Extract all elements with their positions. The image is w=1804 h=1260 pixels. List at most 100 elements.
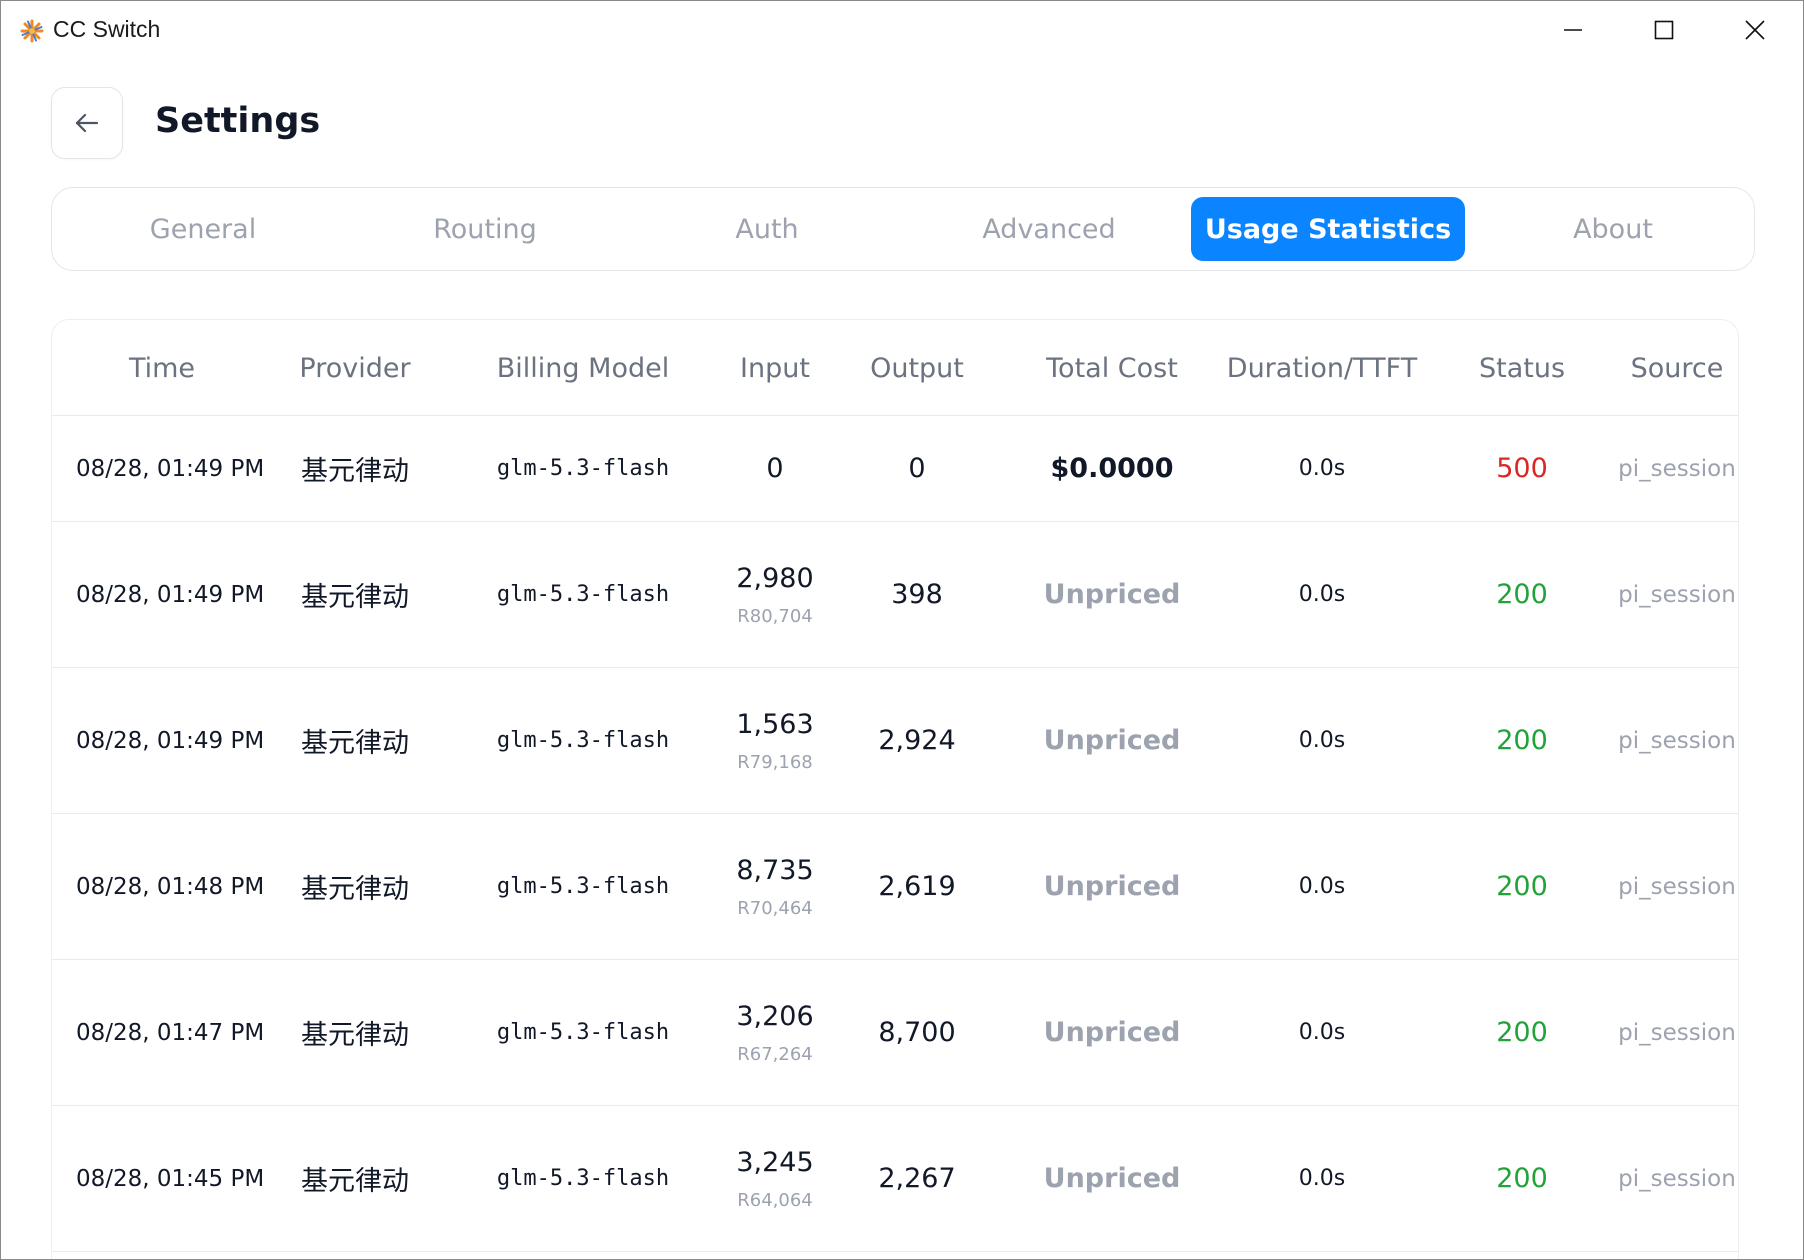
column-header-input: Input xyxy=(740,352,810,384)
status-value: 500 xyxy=(1496,453,1548,484)
provider-value: 基元律动 xyxy=(301,1166,409,1197)
provider-value: 基元律动 xyxy=(301,582,409,613)
column-header-output: Output xyxy=(870,352,964,384)
table-header: Time Provider Billing Model Input Output… xyxy=(52,320,1738,416)
cell-model: glm-5.3-flash xyxy=(472,416,694,521)
cell-provider: 基元律动 xyxy=(272,522,438,667)
input-value: 3,206 xyxy=(736,1000,814,1032)
cell-duration: 0.0s xyxy=(1202,416,1442,521)
duration-value: 0.0s xyxy=(1298,874,1346,899)
input-cache-read-value: R70,464 xyxy=(737,897,813,919)
cost-value: Unpriced xyxy=(1043,871,1181,902)
time-value: 08/28, 01:45 PM xyxy=(76,1165,265,1192)
close-icon xyxy=(1745,20,1765,40)
cell-provider: 基元律动 xyxy=(272,668,438,813)
column-header-total-cost: Total Cost xyxy=(1046,352,1178,384)
maximize-button[interactable] xyxy=(1618,1,1710,59)
column-header-source: Source xyxy=(1630,352,1724,384)
time-value: 08/28, 01:49 PM xyxy=(76,727,265,754)
cell-provider: 基元律动 xyxy=(272,960,438,1105)
status-value: 200 xyxy=(1496,1017,1548,1048)
app-logo-icon xyxy=(20,19,44,43)
table-row: 08/28, 01:49 PM 基元律动 glm-5.3-flash 1,563 R79… xyxy=(52,668,1738,814)
provider-value: 基元律动 xyxy=(301,728,409,759)
cell-status: 200 xyxy=(1452,814,1592,959)
column-header-billing-model: Billing Model xyxy=(496,352,670,384)
cell-output: 2,924 xyxy=(852,668,982,813)
model-value: glm-5.3-flash xyxy=(496,1020,670,1045)
cell-time: 08/28, 01:45 PM xyxy=(52,1106,282,1251)
input-cache-read-value: R80,704 xyxy=(737,605,813,627)
status-value: 200 xyxy=(1496,871,1548,902)
cell-cost: Unpriced xyxy=(1012,960,1212,1105)
duration-value: 0.0s xyxy=(1298,728,1346,753)
cost-value: Unpriced xyxy=(1043,1017,1181,1048)
provider-value: 基元律动 xyxy=(301,874,409,905)
cell-source: pi_session xyxy=(1612,960,1738,1105)
output-value: 2,924 xyxy=(878,725,956,756)
cell-input: 8,735 R70,464 xyxy=(722,814,828,959)
input-value: 1,563 xyxy=(736,708,814,740)
cell-model: glm-5.3-flash xyxy=(472,668,694,813)
cell-provider: 基元律动 xyxy=(272,1106,438,1251)
cell-source: pi_session xyxy=(1612,668,1738,813)
cell-source: pi_session xyxy=(1612,1106,1738,1251)
input-cache-read-value: R64,064 xyxy=(737,1189,813,1211)
back-button[interactable] xyxy=(51,87,123,159)
cell-input: 2,980 R80,704 xyxy=(722,522,828,667)
table-row: 08/28, 01:48 PM 基元律动 glm-5.3-flash 8,735 R70… xyxy=(52,814,1738,960)
cell-status: 500 xyxy=(1452,416,1592,521)
cell-status: 200 xyxy=(1452,1106,1592,1251)
cell-duration: 0.0s xyxy=(1202,522,1442,667)
cell-output: 2,267 xyxy=(852,1106,982,1251)
cell-cost: Unpriced xyxy=(1012,814,1212,959)
status-value: 200 xyxy=(1496,579,1548,610)
output-value: 0 xyxy=(908,453,926,484)
page-title: Settings xyxy=(155,101,321,141)
output-value: 8,700 xyxy=(878,1017,956,1048)
input-cache-read-value: R67,264 xyxy=(737,1043,813,1065)
cell-input: 3,245 R64,064 xyxy=(722,1106,828,1251)
duration-value: 0.0s xyxy=(1298,1166,1346,1191)
input-value: 0 xyxy=(766,453,784,484)
tab-routing[interactable]: Routing xyxy=(348,197,622,261)
source-value: pi_session xyxy=(1618,873,1736,900)
usage-table: Time Provider Billing Model Input Output… xyxy=(51,319,1739,1259)
arrow-left-icon xyxy=(75,113,99,133)
source-value: pi_session xyxy=(1618,455,1736,482)
tab-general[interactable]: General xyxy=(66,197,340,261)
time-value: 08/28, 01:48 PM xyxy=(76,873,265,900)
cell-provider: 基元律动 xyxy=(272,814,438,959)
cell-output: 2,619 xyxy=(852,814,982,959)
duration-value: 0.0s xyxy=(1298,1020,1346,1045)
cell-output: 398 xyxy=(852,522,982,667)
source-value: pi_session xyxy=(1618,1019,1736,1046)
cell-cost: Unpriced xyxy=(1012,522,1212,667)
cell-source: pi_session xyxy=(1612,522,1738,667)
cell-time: 08/28, 01:47 PM xyxy=(52,960,282,1105)
tab-about[interactable]: About xyxy=(1476,197,1750,261)
cell-output: 0 xyxy=(852,416,982,521)
minimize-button[interactable] xyxy=(1527,1,1619,59)
input-value: 3,245 xyxy=(736,1146,814,1178)
column-header-provider: Provider xyxy=(299,352,411,384)
cell-model: glm-5.3-flash xyxy=(472,814,694,959)
cell-input: 3,206 R67,264 xyxy=(722,960,828,1105)
output-value: 398 xyxy=(891,579,943,610)
cell-source: pi_session xyxy=(1612,814,1738,959)
duration-value: 0.0s xyxy=(1298,456,1346,481)
tab-advanced[interactable]: Advanced xyxy=(912,197,1186,261)
close-button[interactable] xyxy=(1709,1,1801,59)
column-header-status: Status xyxy=(1478,352,1566,384)
status-value: 200 xyxy=(1496,725,1548,756)
tab-auth[interactable]: Auth xyxy=(630,197,904,261)
tab-usage-statistics[interactable]: Usage Statistics xyxy=(1191,197,1465,261)
cell-time: 08/28, 01:48 PM xyxy=(52,814,282,959)
table-row: 08/28, 01:45 PM 基元律动 glm-5.3-flash 3,245 R64… xyxy=(52,1106,1738,1252)
time-value: 08/28, 01:47 PM xyxy=(76,1019,265,1046)
cell-duration: 0.0s xyxy=(1202,960,1442,1105)
provider-value: 基元律动 xyxy=(301,1020,409,1051)
title-bar: CC Switch xyxy=(1,1,1803,59)
cell-model: glm-5.3-flash xyxy=(472,522,694,667)
cell-input: 0 xyxy=(722,416,828,521)
